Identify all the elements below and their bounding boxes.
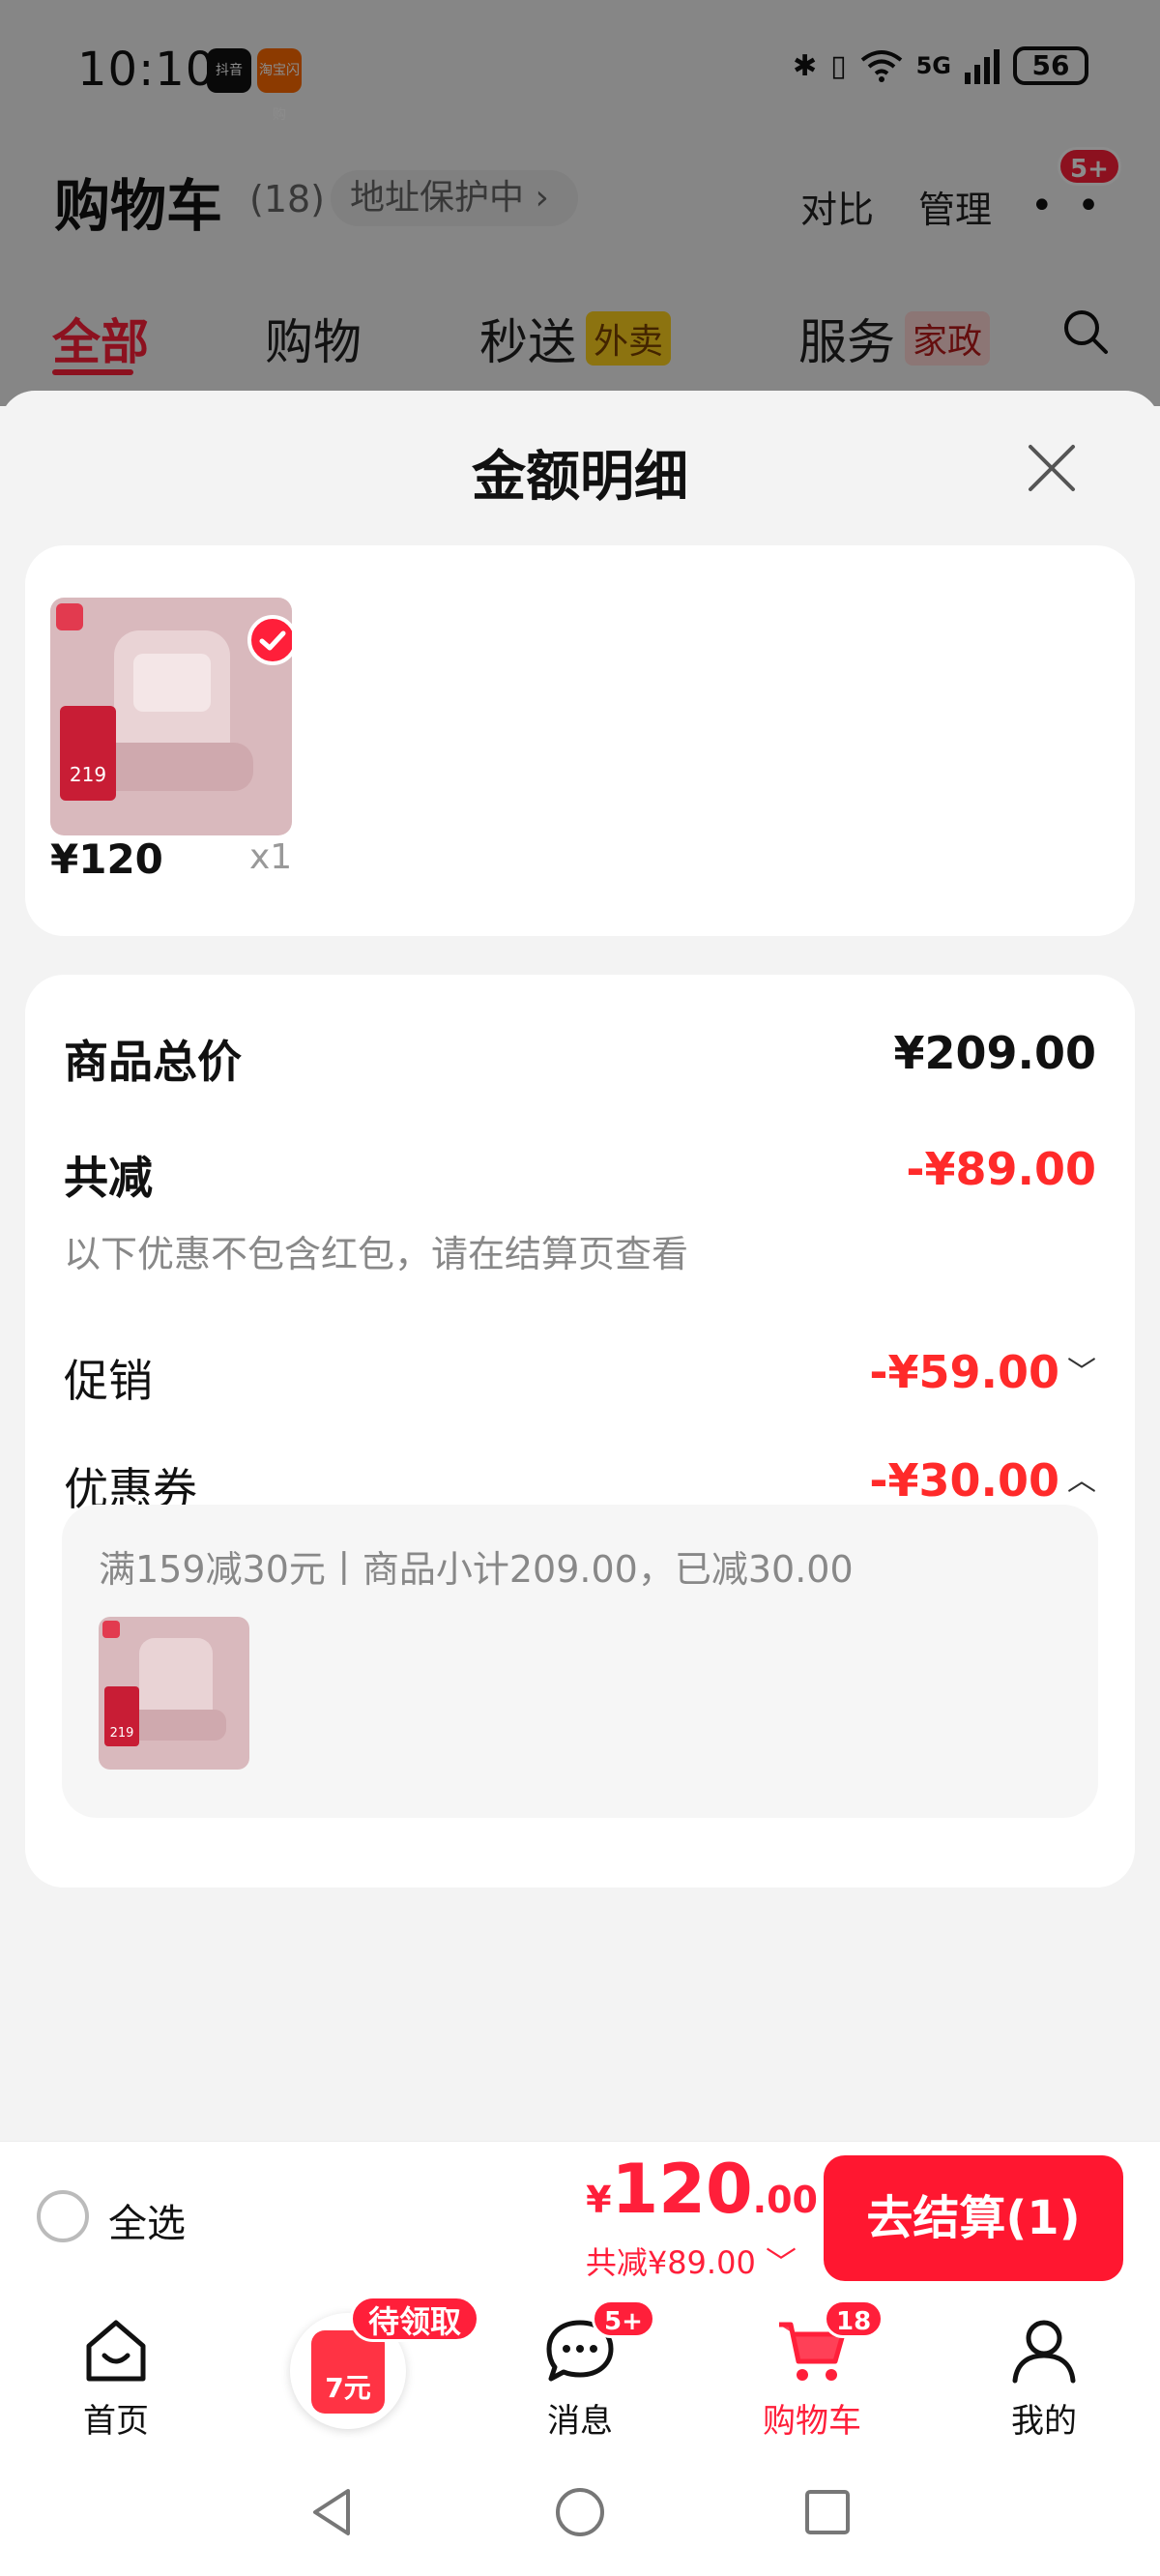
checked-icon [247, 615, 292, 665]
total-value: ¥209.00 [893, 1027, 1096, 1079]
recents-icon[interactable] [798, 2483, 856, 2541]
total-label: 商品总价 [64, 1036, 242, 1088]
amount-detail-sheet: 金额明细 219 ¥120 x1 商品总价 ¥209.00 共减 -¥89.00… [0, 391, 1160, 2141]
price-breakdown-card: 商品总价 ¥209.00 共减 -¥89.00 以下优惠不包含红包，请在结算页查… [25, 975, 1135, 1888]
home-icon [86, 2320, 146, 2382]
home-circle-icon[interactable] [551, 2483, 609, 2541]
product-thumbnail[interactable]: 219 [50, 598, 292, 835]
red-packet-icon: 7元 [311, 2330, 385, 2414]
promotion-row[interactable]: -¥59.00 ﹀ [869, 1346, 1096, 1398]
svg-text:219: 219 [70, 763, 106, 786]
reduction-value: -¥89.00 [906, 1143, 1096, 1195]
chevron-down-icon: ﹀ [1067, 1356, 1096, 1390]
system-navigation-bar [0, 2448, 1160, 2576]
coupon-detail-box: 满159减30元丨商品小计209.00，已减30.00 219 [62, 1505, 1098, 1818]
reduction-note: 以下优惠不包含红包，请在结算页查看 [64, 1233, 689, 1275]
dim-overlay[interactable] [0, 0, 1160, 406]
cart-badge: 18 [824, 2299, 884, 2338]
checkout-button[interactable]: 去结算(1) [824, 2155, 1123, 2281]
select-all-label[interactable]: 全选 [108, 2192, 186, 2248]
item-quantity: x1 [249, 837, 293, 877]
coupon-value: -¥30.00 [869, 1454, 1059, 1507]
profile-icon [1012, 2320, 1076, 2384]
coupon-row[interactable]: -¥30.00 ︿ [869, 1454, 1096, 1507]
total-discount-toggle[interactable]: 共减¥89.00 ﹀ [586, 2239, 797, 2283]
close-icon[interactable] [1025, 441, 1079, 495]
svg-text:219: 219 [110, 1726, 134, 1741]
total-price: ¥120.00 [586, 2150, 818, 2229]
sheet-title: 金额明细 [472, 446, 688, 509]
chevron-up-icon: ︿ [1067, 1464, 1096, 1498]
selected-items-card: 219 ¥120 x1 [25, 545, 1135, 936]
reduction-label: 共减 [64, 1152, 153, 1204]
promotion-label: 促销 [64, 1355, 153, 1407]
promotion-value: -¥59.00 [869, 1346, 1059, 1398]
tabbar-profile[interactable]: 我的 [967, 2317, 1121, 2442]
select-all-radio[interactable] [37, 2190, 89, 2242]
checkout-bar: 全选 ¥120.00 共减¥89.00 ﹀ 去结算(1) [0, 2141, 1160, 2294]
messages-badge: 5+ [592, 2299, 655, 2338]
coupon-detail-text: 满159减30元丨商品小计209.00，已减30.00 [99, 1548, 854, 1591]
bottom-tab-bar: 首页 7元 待领取 消息 5+ 购物车 18 我的 [0, 2294, 1160, 2448]
chevron-down-icon: ﹀ [765, 2244, 797, 2281]
item-price: ¥120 [50, 835, 163, 883]
unclaimed-badge: 待领取 [350, 2296, 480, 2342]
baby-carrier-image: 219 [99, 1617, 249, 1770]
coupon-product-thumbnail: 219 [99, 1617, 249, 1770]
back-icon[interactable] [304, 2483, 362, 2541]
tabbar-home[interactable]: 首页 [39, 2317, 193, 2442]
